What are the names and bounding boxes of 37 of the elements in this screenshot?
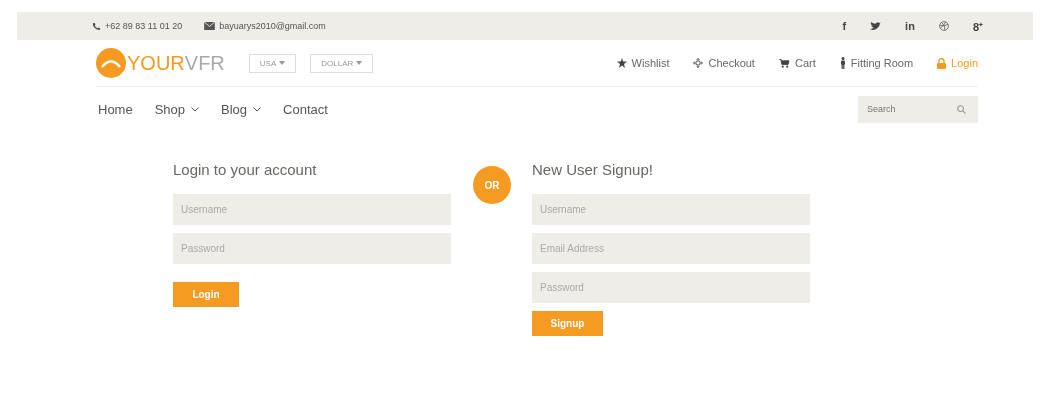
bird-icon[interactable] [870, 21, 882, 31]
input-field[interactable]: Username [532, 194, 810, 225]
phone-icon [92, 21, 101, 31]
nav-link[interactable]: Home [98, 101, 133, 117]
email-address: bayuarys2010@gmail.com [219, 21, 326, 31]
caret-icon [356, 61, 363, 65]
search-field[interactable]: Search [858, 95, 978, 123]
nav-link[interactable]: Contact [283, 101, 328, 117]
envelope-icon [204, 22, 216, 30]
header-link[interactable]: Checkout [693, 57, 755, 69]
crosshair-icon [693, 58, 704, 68]
cart-icon [778, 58, 790, 68]
person-icon [839, 57, 846, 69]
phone-number: +62 89 83 11 01 20 [105, 21, 183, 31]
logo-icon [96, 48, 126, 78]
header-link[interactable]: Wishlist [616, 57, 670, 69]
search-icon[interactable] [957, 104, 966, 114]
nav-link[interactable]: Blog [221, 101, 262, 117]
logo-text-suffix: VFR [184, 51, 225, 75]
social-link[interactable]: in [905, 20, 915, 32]
form-title: Login to your account [173, 161, 318, 178]
form-title: New User Signup! [532, 161, 654, 178]
caret-icon [279, 61, 286, 65]
input-field[interactable]: Password [532, 272, 810, 303]
logo-text: YOUR [127, 51, 185, 75]
nav-link[interactable]: Shop [154, 101, 200, 117]
header-link[interactable]: Cart [778, 57, 816, 69]
input-field[interactable]: Email Address [532, 233, 810, 264]
social-link[interactable]: f [842, 20, 847, 32]
input-field[interactable]: Username [173, 194, 451, 225]
star-icon [616, 58, 627, 68]
or-badge: OR [473, 166, 511, 204]
input-field[interactable]: Password [173, 233, 451, 264]
ball-icon[interactable] [938, 21, 949, 31]
social-link[interactable]: 8⁺ [972, 18, 983, 34]
lock-icon [937, 57, 947, 69]
header-link[interactable]: Fitting Room [839, 57, 914, 69]
